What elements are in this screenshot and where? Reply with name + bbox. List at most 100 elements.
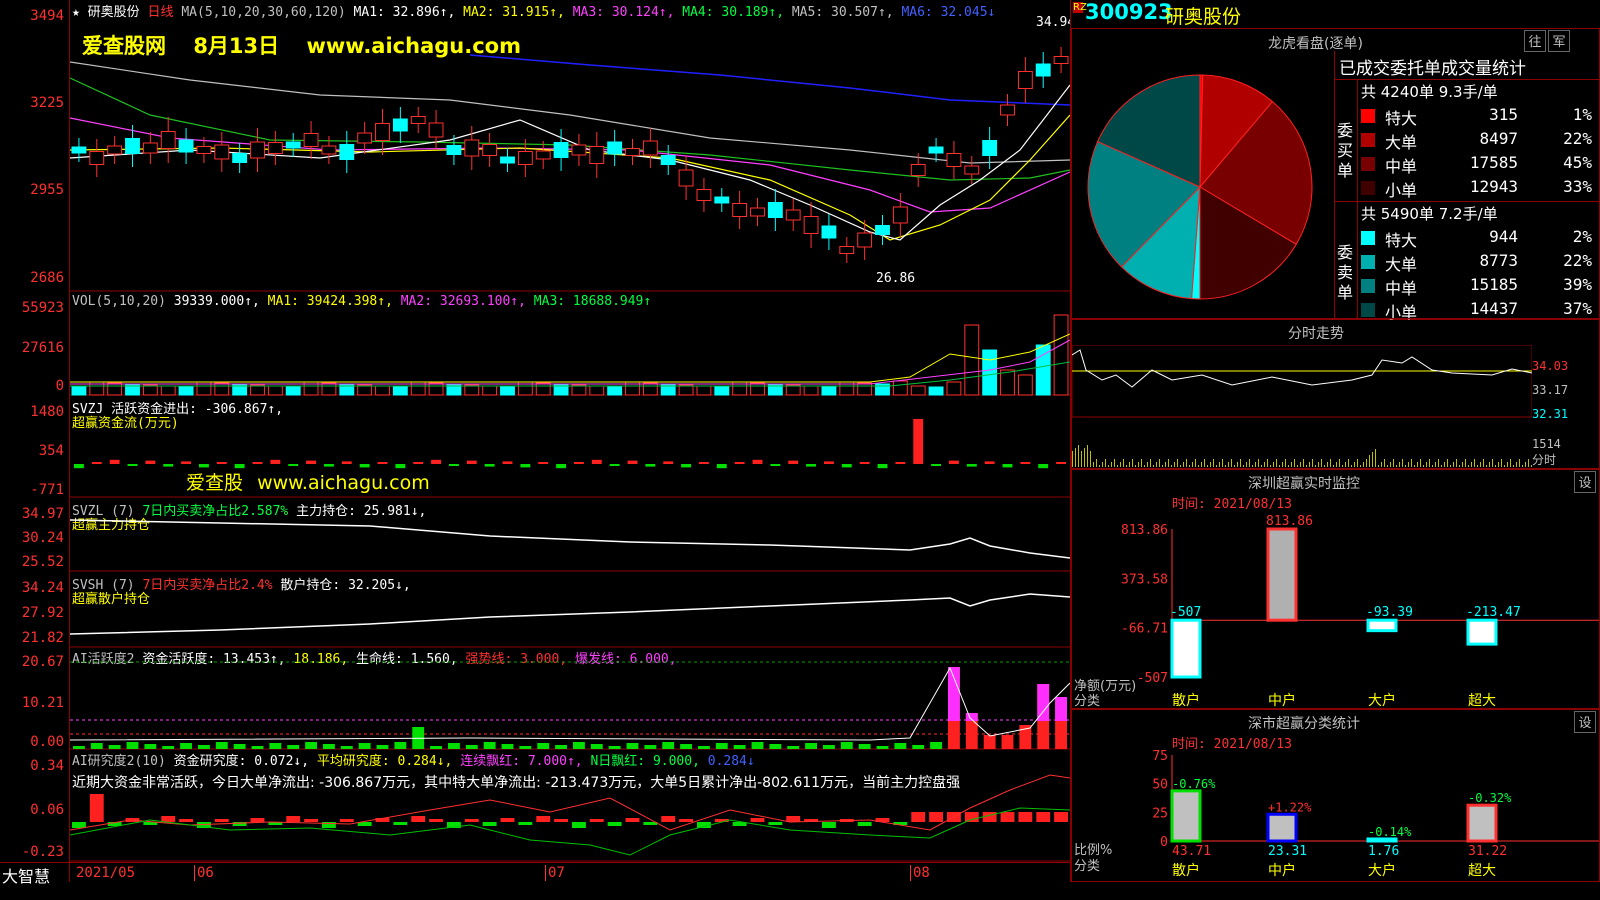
intraday-vol-bar [1276, 459, 1277, 467]
candle-body [178, 139, 194, 153]
order-type: 中单 [1385, 157, 1418, 176]
intraday-vol-bar [1297, 465, 1298, 467]
svzj-bar [591, 459, 602, 464]
svzj-bar [74, 464, 84, 469]
svzj-bar [716, 464, 727, 469]
y-tick: 34.24 [21, 580, 64, 596]
svzj-chart[interactable] [70, 396, 1070, 498]
candle-body [732, 203, 748, 217]
stock-code[interactable]: 300923 [1085, 0, 1173, 24]
intraday-vol-bar [1207, 465, 1208, 467]
svzj-bar [306, 460, 316, 464]
svsh-chart[interactable] [70, 572, 1070, 648]
sz-cat-label: 大户 [1368, 692, 1396, 709]
class-change-label: -0.76% [1172, 777, 1216, 791]
intraday-panel: 分时走势 34.03 33.17 32.31 1514 分时 [1071, 318, 1600, 470]
ai-research-bar [518, 822, 533, 825]
candle-body [625, 148, 640, 156]
ai-active-bar-top [1037, 684, 1050, 721]
sz-monitor-title: 深圳超赢实时监控 [1248, 476, 1360, 492]
order-pie-chart[interactable] [1080, 65, 1320, 315]
candle-body [482, 144, 498, 156]
intraday-chart[interactable] [1072, 345, 1532, 467]
sz-y-tick: 373.58 [1121, 572, 1168, 587]
svzj-bar [788, 460, 799, 464]
candlestick-chart[interactable]: 34.94 26.86 [70, 0, 1070, 292]
ai-research-bar [250, 818, 265, 822]
intraday-vol-bar [1426, 462, 1427, 467]
ai-active-bar [376, 745, 389, 749]
sz-net-chart[interactable]: 813.86373.58-66.71-507-507散户813.86中户-93.… [1072, 509, 1599, 709]
candle-body [642, 140, 658, 156]
color-swatch [1361, 109, 1375, 123]
ai-research-bar [929, 812, 943, 822]
intraday-vol-bar [1099, 465, 1100, 467]
ai-active-bar [144, 744, 157, 749]
candle-body [857, 232, 873, 248]
y-tick: 27616 [21, 340, 64, 356]
intraday-vol-bar [1402, 459, 1403, 467]
svzj-bar [163, 464, 174, 467]
y-tick: 21.82 [21, 630, 64, 646]
color-swatch [1361, 181, 1375, 195]
class-settings-button[interactable]: 设 [1574, 711, 1596, 733]
class-value-label: 43.71 [1172, 844, 1211, 859]
intraday-vol-bar [1318, 462, 1319, 467]
svzj-bar [966, 464, 977, 467]
candle-body [250, 141, 265, 159]
intraday-vol-bar [1393, 459, 1394, 467]
order-pct: 33% [1563, 177, 1592, 196]
intraday-vol-bar [1177, 459, 1178, 467]
bottom-date-bar: 大智慧 2021/05 06 07 08 [0, 862, 1070, 886]
intraday-vol-bar [1234, 465, 1235, 467]
tab-wang[interactable]: 往 [1524, 30, 1546, 52]
intraday-vol-bar [1354, 462, 1355, 467]
ai-active-bar [90, 743, 103, 749]
ai-research-bar [982, 812, 997, 822]
intraday-vol-bar [1117, 465, 1118, 467]
svzl-chart[interactable] [70, 498, 1070, 572]
ai-active-bar [340, 746, 353, 749]
candle-body [410, 116, 426, 124]
order-type: 大单 [1385, 255, 1418, 274]
sz-bar-label: 813.86 [1266, 514, 1313, 529]
svzj-bar [1038, 464, 1049, 469]
intraday-vol-bar [1129, 462, 1130, 467]
ai-active-bar [269, 743, 282, 749]
intraday-vol-bar [1501, 459, 1502, 467]
intraday-vol-bar [1345, 462, 1346, 467]
order-row: 特大 315 1% [1361, 105, 1596, 128]
ai-research-bar [536, 816, 551, 822]
sz-y-tick: -507 [1137, 671, 1168, 686]
ai-research-chart[interactable] [70, 750, 1070, 862]
intraday-vol-bar [1459, 465, 1460, 467]
sz-settings-button[interactable]: 设 [1574, 471, 1596, 493]
candle-body [517, 151, 533, 165]
svzj-bar [645, 464, 656, 467]
ai-active-bar [805, 743, 817, 749]
sell-summary: 共 5490单 7.2手/单 [1361, 205, 1498, 223]
svzj-bar [663, 461, 674, 464]
intraday-vol-bar [1453, 462, 1454, 467]
class-ratio-chart[interactable]: 75 50 25 0 -0.76% 43.71 散户 +1.22% 23.31 中户 -0.14% 1… [1072, 749, 1599, 881]
svzj-bar [181, 461, 191, 464]
intraday-vol-bar [1159, 459, 1160, 467]
intraday-vol-bar [1165, 462, 1166, 467]
ai-active-bar [394, 742, 407, 749]
class-bar [1266, 812, 1298, 843]
svzj-bar [127, 464, 138, 466]
intraday-vol-bar [1156, 462, 1157, 467]
ai-active-bar [501, 744, 514, 749]
intraday-vol-bar [1279, 465, 1280, 467]
volume-chart[interactable] [70, 292, 1070, 396]
tab-jun[interactable]: 军 [1548, 30, 1570, 52]
intraday-vol-bar [1498, 462, 1499, 467]
candle-body [1000, 104, 1015, 116]
volume-bar [428, 382, 444, 396]
ai-active-bar [858, 744, 871, 749]
intraday-vol-bar [1195, 459, 1196, 467]
ai-active-bar [323, 744, 335, 749]
candle-body [696, 189, 712, 201]
ai-active-chart[interactable] [70, 648, 1070, 750]
ai-research-bar [214, 819, 229, 822]
